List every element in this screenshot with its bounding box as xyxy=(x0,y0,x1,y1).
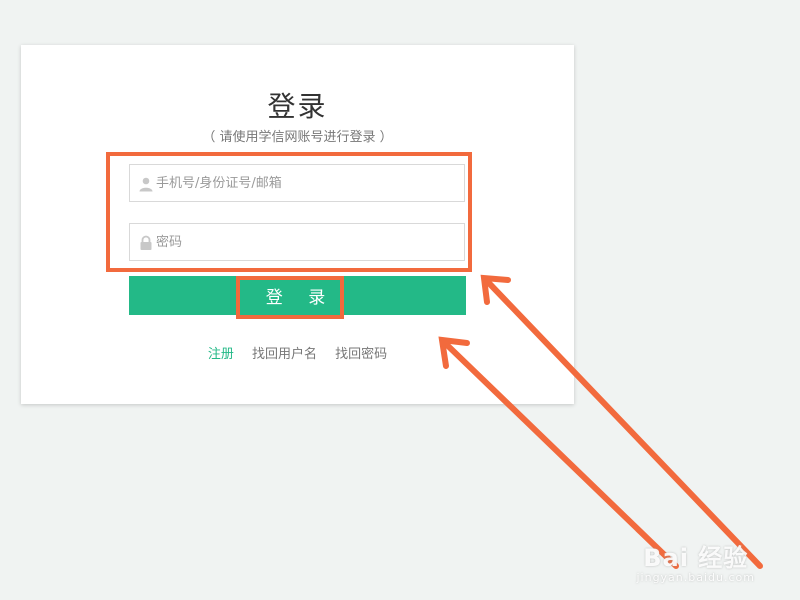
register-link[interactable]: 注册 xyxy=(208,347,234,362)
find-username-link[interactable]: 找回用户名 xyxy=(252,347,317,362)
page-title: 登录 xyxy=(267,90,328,123)
watermark-url: jingyan.baidu.com xyxy=(636,571,755,584)
button-highlight-box xyxy=(236,276,344,319)
find-password-link[interactable]: 找回密码 xyxy=(335,347,387,362)
baidu-watermark: Bai 经验 jingyan.baidu.com xyxy=(636,538,755,584)
login-links: 注册 找回用户名 找回密码 xyxy=(21,343,574,362)
login-subtitle: （ 请使用学信网账号进行登录 ） xyxy=(202,130,393,145)
watermark-brand: Bai 经验 xyxy=(643,544,749,572)
inputs-highlight-box xyxy=(106,152,472,272)
